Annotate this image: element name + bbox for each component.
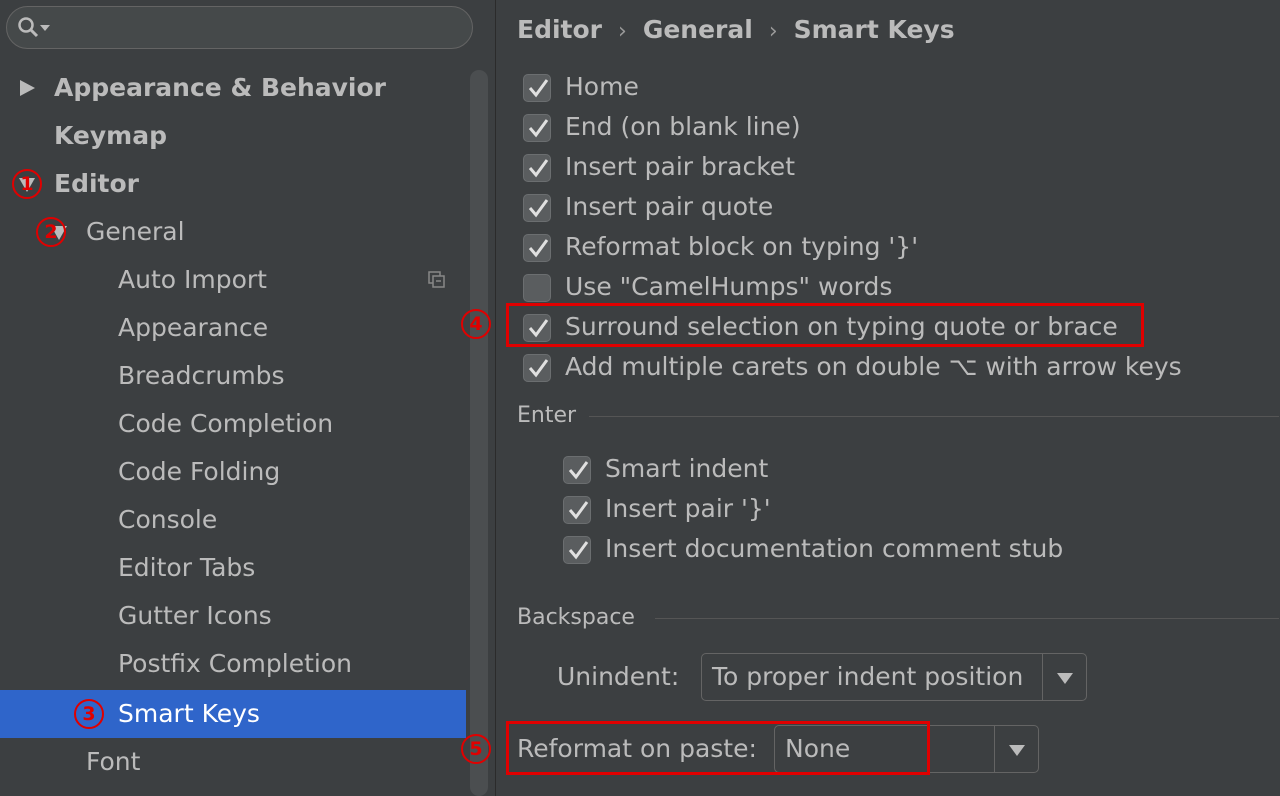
tree-item-label: Appearance [118,313,269,342]
option-label: Insert documentation comment stub [605,534,1064,563]
checkmark-icon [528,239,549,258]
section-divider [655,598,1279,638]
option-label: Home [565,72,639,101]
section-title: Enter [517,403,577,428]
checkbox-checked[interactable] [523,154,551,182]
tree-item-font[interactable]: Font [0,738,466,786]
tree-item-code-folding[interactable]: Code Folding [0,448,466,496]
tree-item-breadcrumbs[interactable]: Breadcrumbs [0,352,466,400]
option-label: Insert pair quote [565,192,774,221]
breadcrumb-separator: › [618,19,627,44]
tree-item-general[interactable]: 2 General [0,208,466,256]
search-input[interactable] [6,6,473,49]
section-enter: Enter [517,396,576,436]
annotation-badge-2: 2 [36,217,66,247]
checkmark-icon [568,501,589,520]
section-title: Backspace [517,605,635,630]
checkmark-icon [528,119,549,138]
unindent-value: To proper indent position [712,662,1024,691]
sidebar-scrollbar[interactable] [470,70,488,796]
tree-item-console[interactable]: Console [0,496,466,544]
unindent-dropdown[interactable]: To proper indent position [701,653,1087,701]
tree-item-keymap[interactable]: Keymap [0,112,466,160]
expand-arrow-icon[interactable] [20,80,35,96]
search-icon [18,17,39,38]
checkbox-checked[interactable] [523,74,551,102]
checkmark-icon [568,461,589,480]
tree-item-smart-keys[interactable]: 3 Smart Keys [0,690,466,738]
checkmark-icon [568,541,589,560]
option-label: End (on blank line) [565,112,801,141]
breadcrumb-general[interactable]: General [643,15,753,44]
section-backspace: Backspace [517,598,635,638]
option-label: Insert pair '}' [605,494,771,523]
tree-item-label: Font [86,747,141,776]
chevron-down-icon [1009,745,1025,756]
tree-item-editor[interactable]: 1 Editor [0,160,466,208]
tree-item-label: Gutter Icons [118,601,272,630]
option-label: Smart indent [605,454,769,483]
tree-item-label: Editor Tabs [118,553,256,582]
checkmark-icon [528,199,549,218]
settings-sidebar: Appearance & Behavior Keymap 1 Editor 2 … [0,0,496,796]
option-label: Reformat block on typing '}' [565,232,919,261]
tree-item-auto-import[interactable]: Auto Import [0,256,466,304]
checkbox-checked[interactable] [563,536,591,564]
checkbox-checked[interactable] [563,456,591,484]
project-settings-icon [428,271,445,288]
annotation-badge-3: 3 [74,699,104,729]
tree-item-appearance[interactable]: Appearance [0,304,466,352]
breadcrumb-separator: › [768,19,778,44]
breadcrumb: Editor › General › Smart Keys [517,10,955,50]
tree-item-label: Postfix Completion [118,649,352,678]
option-label: Use "CamelHumps" words [565,272,893,301]
annotation-badge-4: 4 [461,309,491,339]
settings-content: Editor › General › Smart Keys Home End (on b… [461,0,1280,796]
annotation-badge-1: 1 [12,169,42,199]
unindent-label: Unindent: [557,662,680,691]
checkbox-checked[interactable] [563,496,591,524]
breadcrumb-smart-keys: Smart Keys [793,15,955,44]
tree-item-postfix-completion[interactable]: Postfix Completion [0,640,466,688]
checkbox-checked[interactable] [523,234,551,262]
checkmark-icon [528,359,549,378]
checkmark-icon [528,79,549,98]
tree-item-code-completion[interactable]: Code Completion [0,400,466,448]
highlight-box [506,303,1144,347]
tree-item-label: Code Completion [118,409,334,438]
checkmark-icon [528,159,549,178]
dropdown-button[interactable] [994,726,1038,772]
tree-item-label: Keymap [54,121,168,150]
checkbox-checked[interactable] [523,354,551,382]
tree-item-label: Smart Keys [118,699,260,728]
annotation-badge-5: 5 [461,734,491,764]
tree-item-label: Breadcrumbs [118,361,285,390]
tree-item-label: Editor [54,169,139,198]
option-label: Add multiple carets on double ⌥ with arr… [565,352,1182,381]
section-divider [589,396,1279,436]
checkbox-checked[interactable] [523,194,551,222]
tree-item-gutter-icons[interactable]: Gutter Icons [0,592,466,640]
tree-item-label: General [86,217,185,246]
search-options-chevron-icon[interactable] [40,25,50,32]
tree-item-appearance-behavior[interactable]: Appearance & Behavior [0,64,466,112]
tree-item-label: Appearance & Behavior [54,73,386,102]
checkbox-unchecked[interactable] [523,274,551,302]
tree-item-label: Auto Import [118,265,267,294]
chevron-down-icon [1057,673,1073,684]
highlight-box [506,721,930,775]
checkbox-checked[interactable] [523,114,551,142]
tree-item-editor-tabs[interactable]: Editor Tabs [0,544,466,592]
tree-item-label: Code Folding [118,457,281,486]
tree-item-label: Console [118,505,218,534]
option-label: Insert pair bracket [565,152,795,181]
breadcrumb-editor[interactable]: Editor [517,15,602,44]
dropdown-button[interactable] [1042,654,1086,700]
